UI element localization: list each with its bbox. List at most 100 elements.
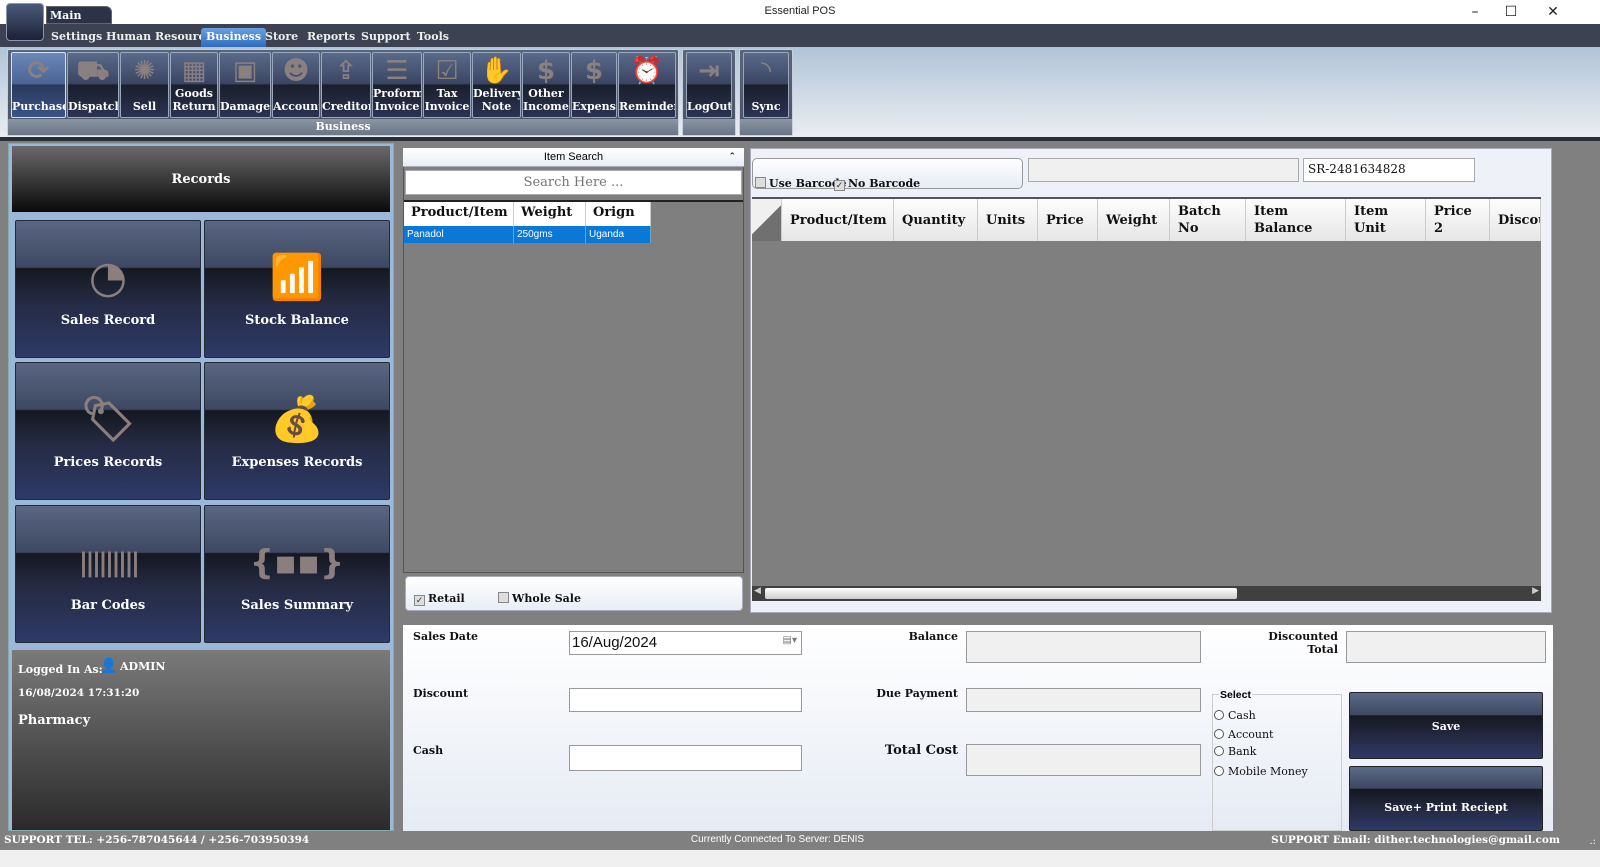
username: ADMIN [120, 660, 166, 673]
sync-icon: ◝ [760, 56, 772, 86]
scroll-right-icon[interactable]: ▶ [1532, 586, 1539, 596]
select-all-corner[interactable] [752, 199, 782, 241]
close-button[interactable]: ✕ [1530, 0, 1576, 24]
receipt-number-field[interactable]: SR-2481634828 [1303, 158, 1475, 182]
checkbox-empty-icon [755, 177, 766, 188]
tab-support[interactable]: Support [356, 28, 416, 47]
column-header-units[interactable]: Units [978, 199, 1038, 241]
window-title: Essential POS [764, 5, 836, 17]
column-header-product[interactable]: Product/Item [782, 199, 894, 241]
sales-date-label: Sales Date [413, 630, 479, 643]
column-header-quantity[interactable]: Quantity [894, 199, 978, 241]
alarm-clock-icon: ⏰ [630, 56, 664, 86]
sync-button[interactable]: ◝ Sync [743, 52, 789, 118]
reminders-button[interactable]: ⏰Reminders [618, 52, 676, 118]
calendar-dropdown-icon[interactable]: ▤▾ [783, 635, 797, 646]
sales-record-tile[interactable]: ◔ Sales Record [15, 220, 201, 358]
logout-button[interactable]: ⇥ LogOut [686, 52, 732, 118]
barcode-icon: ||||||||| [78, 548, 140, 578]
select-group-label: Select [1219, 689, 1252, 701]
balance-field [966, 631, 1201, 663]
due-payment-label: Due Payment [876, 687, 958, 700]
ribbon-divider [0, 137, 1600, 141]
goods-return-button[interactable]: ▦ Goods Return [170, 52, 218, 118]
radio-icon [1214, 766, 1224, 776]
damages-button[interactable]: ▣ Damages [219, 52, 271, 118]
sales-summary-tile[interactable]: {▪▪} Sales Summary [204, 505, 390, 643]
column-header-weight[interactable]: Weight [1098, 199, 1170, 241]
column-header-item-balance[interactable]: Item Balance [1246, 199, 1346, 241]
scrollbar-thumb[interactable] [765, 588, 1237, 599]
tab-human-resource[interactable]: Human Resource [101, 28, 217, 47]
delivery-note-button[interactable]: ✋ Delivery Note [472, 52, 521, 118]
use-barcode-checkbox[interactable]: Use Barcode [755, 172, 847, 191]
column-header-item-unit[interactable]: Item Unit [1346, 199, 1426, 241]
discount-input[interactable] [569, 688, 802, 712]
payment-cash-radio[interactable]: Cash [1214, 704, 1256, 723]
proforma-invoice-button[interactable]: ☰Proforma Invoice [372, 52, 422, 118]
prices-records-tile[interactable]: 🏷 Prices Records [15, 362, 201, 500]
account-button[interactable]: ☻ Account [272, 52, 320, 118]
payment-mobile-money-radio[interactable]: Mobile Money [1214, 760, 1308, 779]
expenses-records-tile[interactable]: 💰 Expenses Records [204, 362, 390, 500]
account-card-icon: ☻ [282, 56, 310, 86]
main-menu-tab[interactable]: Main Menu [46, 6, 112, 35]
creditors-icon: ⇪ [335, 56, 357, 86]
save-print-receipt-button[interactable]: Save+ Print Reciept [1349, 766, 1543, 831]
sell-button[interactable]: ✺ Sell [120, 52, 169, 118]
total-cost-field [966, 744, 1201, 776]
purchases-button[interactable]: ⟳Purchases [11, 52, 66, 118]
business-group-label: Business [8, 119, 678, 135]
dispatch-button[interactable]: ⛟ Dispatch [67, 52, 119, 118]
column-header-discount[interactable]: Discou [1490, 199, 1541, 241]
application-menu-orb[interactable] [6, 3, 44, 41]
tab-store[interactable]: Store [260, 28, 303, 47]
cart-grid: Product/Item Quantity Units Price Weight… [752, 197, 1541, 601]
column-header-weight[interactable]: Weight [514, 202, 586, 226]
stock-balance-tile[interactable]: 📶 Stock Balance [204, 220, 390, 358]
cell-origin: Uganda [586, 226, 651, 243]
column-header-batch-no[interactable]: Batch No [1170, 199, 1246, 241]
total-cost-label: Total Cost [884, 743, 958, 758]
save-button[interactable]: Save [1349, 692, 1543, 759]
no-barcode-checkbox[interactable]: ✓ No Barcode [834, 172, 920, 191]
receipt-icon: ☰ [385, 56, 409, 86]
retail-checkbox[interactable]: ✓ Retail [414, 587, 465, 606]
column-header-price[interactable]: Price [1038, 199, 1098, 241]
sync-group-label [740, 119, 792, 135]
column-header-origin[interactable]: Orign [586, 202, 651, 226]
tab-tools[interactable]: Tools [412, 28, 454, 47]
business-group: Business ⟳Purchases ⛟Dispatch ✺Sell ▦Goo… [7, 49, 679, 136]
damaged-box-icon: ▣ [232, 56, 258, 86]
item-search-input[interactable] [405, 170, 742, 195]
table-row[interactable]: Panadol 250gms Uganda [404, 226, 743, 243]
tax-invoice-button[interactable]: ☑ Tax Invoice [423, 52, 471, 118]
checkbox-checked-icon: ✓ [834, 180, 845, 191]
collapse-icon[interactable]: ⌃ [728, 148, 736, 167]
scroll-left-icon[interactable]: ◀ [754, 586, 761, 596]
login-datetime: 16/08/2024 17:31:20 [18, 687, 140, 699]
cell-product: Panadol [404, 226, 514, 243]
maximize-button[interactable]: ☐ [1488, 0, 1534, 24]
sales-date-picker[interactable]: 16/Aug/2024 ▤▾ [569, 631, 802, 655]
price-type-box: ✓ Retail Whole Sale [405, 576, 743, 611]
column-header-product[interactable]: Product/Item [404, 202, 514, 226]
barcode-input[interactable] [1028, 158, 1299, 182]
bar-codes-tile[interactable]: ||||||||| Bar Codes [15, 505, 201, 643]
cash-label: Cash [413, 744, 444, 757]
tab-settings[interactable]: Settings [46, 28, 107, 47]
creditors-button[interactable]: ⇪Creditors [321, 52, 371, 118]
price-tag-icon: 🏷 [80, 394, 136, 445]
maximize-icon: ☐ [1504, 4, 1518, 20]
other-incomes-button[interactable]: $ Other Incomes [522, 52, 570, 118]
cash-input[interactable] [569, 745, 802, 771]
tab-business[interactable]: Business [201, 28, 267, 47]
window-bottom-edge [0, 850, 1600, 867]
resize-grip-icon[interactable]: .: [1589, 836, 1596, 847]
column-header-price-2[interactable]: Price 2 [1426, 199, 1490, 241]
payment-bank-radio[interactable]: Bank [1214, 740, 1256, 759]
tab-reports[interactable]: Reports [302, 28, 360, 47]
wholesale-checkbox[interactable]: Whole Sale [498, 587, 581, 606]
discount-label: Discount [413, 687, 469, 700]
expense-button[interactable]: $Expense [571, 52, 617, 118]
